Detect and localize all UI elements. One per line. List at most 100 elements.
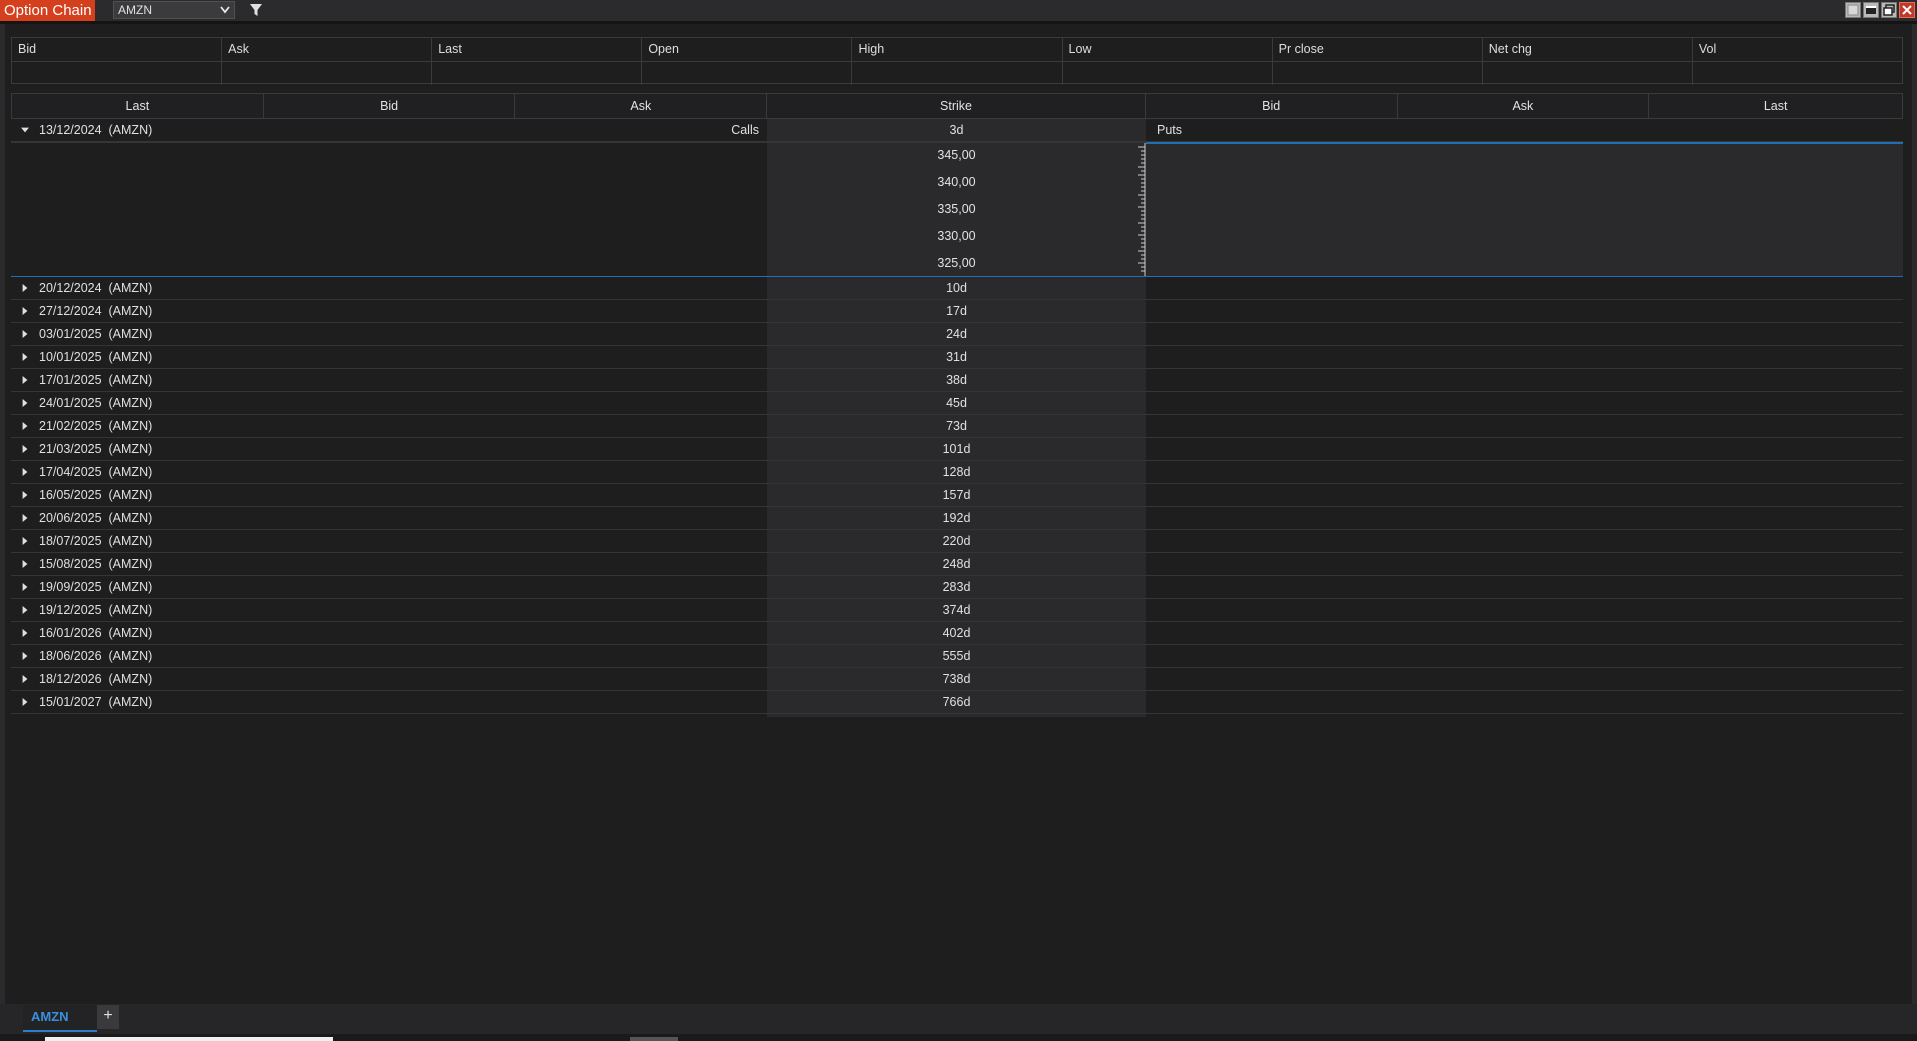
expiry-row[interactable]: 24/01/2025 (AMZN) 45d [11,392,1903,415]
quote-header-row: Bid Ask Last Open High Low Pr close Net … [12,38,1902,61]
caret-right-icon[interactable] [21,307,29,315]
caret-right-icon[interactable] [21,514,29,522]
strike-price[interactable]: 330,00 [767,229,1146,243]
maximize-icon[interactable] [1881,2,1897,18]
expiry-label: 17/01/2025 (AMZN) [39,373,153,387]
days-to-expiry: 555d [942,649,971,663]
days-to-expiry: 192d [942,511,971,525]
quote-header-high: High [852,38,1063,61]
expiry-row[interactable]: 18/07/2025 (AMZN) 220d [11,530,1903,553]
expiry-row[interactable]: 16/01/2026 (AMZN) 402d [11,622,1903,645]
col-header-puts-last[interactable]: Last [1649,94,1902,118]
calls-area [11,143,767,276]
expiry-row[interactable]: 27/12/2024 (AMZN) 17d [11,300,1903,323]
caret-down-icon[interactable] [21,126,29,134]
days-to-expiry: 128d [942,465,971,479]
caret-right-icon[interactable] [21,583,29,591]
caret-right-icon[interactable] [21,445,29,453]
expiry-label: 21/02/2025 (AMZN) [39,419,153,433]
expiry-row[interactable]: 19/09/2025 (AMZN) 283d [11,576,1903,599]
col-header-calls-bid[interactable]: Bid [264,94,516,118]
expiry-row[interactable]: 18/12/2026 (AMZN) 738d [11,668,1903,691]
days-to-expiry: 45d [946,396,967,410]
quote-header-vol: Vol [1698,42,1717,56]
caret-right-icon[interactable] [21,491,29,499]
expiry-row[interactable]: 15/01/2027 (AMZN) 766d [11,691,1903,714]
caret-right-icon[interactable] [21,560,29,568]
filter-icon[interactable] [249,2,263,18]
caret-right-icon[interactable] [21,330,29,338]
quote-value-last [432,62,643,85]
expiry-row-expanded[interactable]: 13/12/2024 (AMZN) Calls 3d Puts [11,119,1903,142]
tab-bar [0,1004,1917,1034]
caret-right-icon[interactable] [21,698,29,706]
caret-right-icon[interactable] [21,675,29,683]
strike-price[interactable]: 325,00 [767,256,1146,270]
minimize-icon[interactable] [1863,2,1879,18]
symbol-select[interactable]: AMZN [113,1,235,19]
expiry-row[interactable]: 17/01/2025 (AMZN) 38d [11,369,1903,392]
close-icon[interactable] [1899,2,1915,18]
window-title: Option Chain [0,0,95,21]
quote-value-row [12,61,1902,85]
expiry-row[interactable]: 18/06/2026 (AMZN) 555d [11,645,1903,668]
expanded-strikes-panel: 345,00 340,00 335,00 330,00 325,00 [11,142,1903,277]
expiry-label: 20/06/2025 (AMZN) [39,511,153,525]
expiry-row[interactable]: 20/12/2024 (AMZN) 10d [11,277,1903,300]
strike-price[interactable]: 340,00 [767,175,1146,189]
days-to-expiry: 283d [942,580,971,594]
days-to-expiry: 402d [942,626,971,640]
days-to-expiry: 31d [946,350,967,364]
days-to-expiry: 10d [946,281,967,295]
chain-header-row: Last Bid Ask Strike Bid Ask Last [11,93,1903,119]
caret-right-icon[interactable] [21,606,29,614]
days-to-expiry: 766d [942,695,971,709]
caret-right-icon[interactable] [21,399,29,407]
expiry-row[interactable]: 21/03/2025 (AMZN) 101d [11,438,1903,461]
expiry-label: 16/01/2026 (AMZN) [39,626,153,640]
days-to-expiry: 248d [942,557,971,571]
quote-value-pr-close [1273,62,1483,85]
expiry-row[interactable]: 03/01/2025 (AMZN) 24d [11,323,1903,346]
add-tab-button[interactable]: + [97,1005,119,1029]
quote-value-net-chg [1483,62,1693,85]
expiry-label: 18/07/2025 (AMZN) [39,534,153,548]
expiry-row[interactable]: 21/02/2025 (AMZN) 73d [11,415,1903,438]
quote-table: Bid Ask Last Open High Low Pr close Net … [11,37,1903,85]
tab-amzn[interactable]: AMZN [23,1005,97,1032]
caret-right-icon[interactable] [21,652,29,660]
expiry-row[interactable]: 10/01/2025 (AMZN) 31d [11,346,1903,369]
col-header-puts-bid[interactable]: Bid [1146,94,1398,118]
col-header-strike[interactable]: Strike [767,94,1146,118]
expiry-row[interactable]: 16/05/2025 (AMZN) 157d [11,484,1903,507]
strike-price[interactable]: 345,00 [767,148,1146,162]
window-controls [1845,2,1915,19]
restore-icon[interactable] [1845,2,1861,18]
status-progress-bar [45,1037,333,1041]
col-header-calls-ask[interactable]: Ask [515,94,768,118]
expiry-row[interactable]: 15/08/2025 (AMZN) 248d [11,553,1903,576]
title-bar: Option Chain AMZN [0,0,1917,21]
expiry-label: 21/03/2025 (AMZN) [39,442,153,456]
strike-price[interactable]: 335,00 [767,202,1146,216]
days-to-expiry: 374d [942,603,971,617]
caret-right-icon[interactable] [21,537,29,545]
expiry-label: 16/05/2025 (AMZN) [39,488,153,502]
caret-right-icon[interactable] [21,422,29,430]
caret-right-icon[interactable] [21,468,29,476]
days-to-expiry: 738d [942,672,971,686]
expiry-row[interactable]: 19/12/2025 (AMZN) 374d [11,599,1903,622]
expiry-label: 15/08/2025 (AMZN) [39,557,153,571]
expiry-row[interactable]: 17/04/2025 (AMZN) 128d [11,461,1903,484]
expiry-label: 17/04/2025 (AMZN) [39,465,153,479]
days-to-expiry: 24d [946,327,967,341]
caret-right-icon[interactable] [21,376,29,384]
col-header-calls-last[interactable]: Last [12,94,264,118]
expiry-row[interactable]: 20/06/2025 (AMZN) 192d [11,507,1903,530]
col-header-puts-ask[interactable]: Ask [1398,94,1650,118]
days-to-expiry: 38d [946,373,967,387]
caret-right-icon[interactable] [21,629,29,637]
caret-right-icon[interactable] [21,284,29,292]
caret-right-icon[interactable] [21,353,29,361]
quote-value-vol [1693,62,1902,85]
